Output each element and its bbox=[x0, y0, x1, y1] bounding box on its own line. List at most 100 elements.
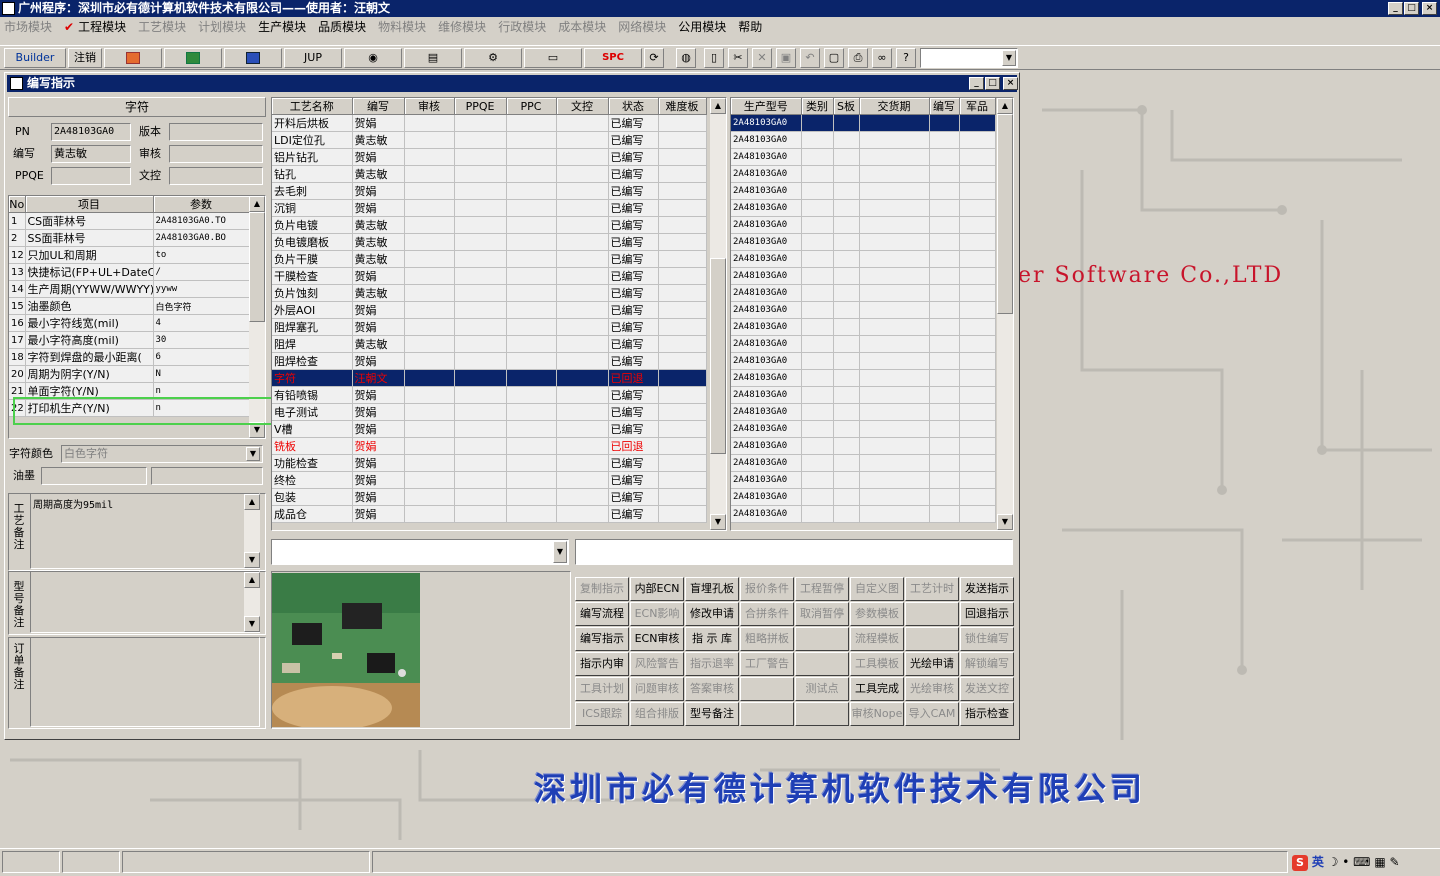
process-row[interactable]: 钻孔 黄志敏 已编写 bbox=[272, 165, 707, 183]
action-button[interactable] bbox=[905, 627, 959, 651]
models-column-header[interactable]: S板 bbox=[833, 98, 860, 115]
action-button[interactable]: 锁住编写 bbox=[960, 627, 1014, 651]
process-column-header[interactable]: 难度板 bbox=[658, 98, 707, 115]
scroll-down-icon[interactable]: ▼ bbox=[244, 616, 260, 632]
process-column-header[interactable]: 文控 bbox=[556, 98, 609, 115]
params-row[interactable]: 14 生产周期(YYWW/WWYY) yyww bbox=[9, 280, 250, 298]
process-row[interactable]: 负电镀磨板 黄志敏 已编写 bbox=[272, 233, 707, 251]
action-button[interactable]: 回退指示 bbox=[960, 602, 1014, 626]
model-row[interactable]: 2A48103GA0 bbox=[731, 148, 996, 166]
action-button[interactable]: 合拼条件 bbox=[740, 602, 794, 626]
action-button[interactable]: 导入CAM bbox=[905, 702, 959, 726]
action-button[interactable]: 参数模板 bbox=[850, 602, 904, 626]
menu-item-7[interactable]: 维修模块 bbox=[434, 17, 492, 37]
models-column-header[interactable]: 军品 bbox=[959, 98, 996, 115]
process-note-scrollbar[interactable]: ▲ ▼ bbox=[244, 494, 260, 568]
ppqe-field[interactable] bbox=[51, 167, 131, 185]
globe-button[interactable]: ◍ bbox=[676, 48, 696, 68]
action-button[interactable]: 编写流程 bbox=[575, 602, 629, 626]
process-row[interactable]: LDI定位孔 黄志敏 已编写 bbox=[272, 131, 707, 149]
action-button[interactable] bbox=[905, 602, 959, 626]
action-button[interactable]: 型号备注 bbox=[685, 702, 739, 726]
action-button[interactable]: 风险警告 bbox=[630, 652, 684, 676]
powerpoint-button[interactable] bbox=[104, 48, 162, 68]
action-button[interactable] bbox=[795, 627, 849, 651]
model-row[interactable]: 2A48103GA0 bbox=[731, 131, 996, 149]
params-row[interactable]: 16 最小字符线宽(mil) 4 bbox=[9, 314, 250, 332]
scroll-down-icon[interactable]: ▼ bbox=[710, 514, 726, 530]
menu-item-11[interactable]: 公用模块 bbox=[674, 17, 732, 37]
process-row[interactable]: 功能检查 贺娟 已编写 bbox=[272, 454, 707, 472]
action-button[interactable]: 工具完成 bbox=[850, 677, 904, 701]
process-column-header[interactable]: 编写 bbox=[352, 98, 405, 115]
process-note-field[interactable]: 周期高度为95mil bbox=[30, 493, 260, 569]
child-close-button[interactable]: × bbox=[1003, 77, 1018, 90]
action-button[interactable]: 答案审核 bbox=[685, 677, 739, 701]
action-button[interactable]: 工具模板 bbox=[850, 652, 904, 676]
action-button[interactable]: ICS跟踪 bbox=[575, 702, 629, 726]
action-button[interactable] bbox=[795, 652, 849, 676]
process-column-header[interactable]: 审核 bbox=[404, 98, 455, 115]
chevron-down-icon[interactable]: ▼ bbox=[1002, 50, 1016, 66]
menu-item-8[interactable]: 行政模块 bbox=[494, 17, 552, 37]
process-row[interactable]: 阻焊塞孔 贺娟 已编写 bbox=[272, 318, 707, 336]
menu-item-9[interactable]: 成本模块 bbox=[554, 17, 612, 37]
chevron-down-icon[interactable]: ▼ bbox=[553, 541, 567, 563]
model-row[interactable]: 2A48103GA0 bbox=[731, 386, 996, 404]
action-button[interactable]: 流程模板 bbox=[850, 627, 904, 651]
spc-button[interactable]: SPC bbox=[584, 48, 642, 68]
version-field[interactable] bbox=[169, 123, 263, 141]
process-row[interactable]: 外层AOI 贺娟 已编写 bbox=[272, 301, 707, 319]
menu-item-12[interactable]: 帮助 bbox=[734, 17, 768, 37]
new-button[interactable]: ▯ bbox=[704, 48, 724, 68]
params-column-header[interactable]: No bbox=[9, 196, 26, 213]
process-row[interactable]: 阻焊 黄志敏 已编写 bbox=[272, 335, 707, 353]
refresh-button[interactable]: ⟳ bbox=[644, 48, 664, 68]
params-row[interactable]: 2 SS面菲林号 2A48103GA0.BO bbox=[9, 229, 250, 247]
chevron-down-icon[interactable]: ▼ bbox=[246, 447, 260, 461]
action-button[interactable]: 盲埋孔板 bbox=[685, 577, 739, 601]
action-button[interactable]: 光绘申请 bbox=[905, 652, 959, 676]
action-button[interactable] bbox=[740, 677, 794, 701]
model-input[interactable] bbox=[575, 539, 1013, 565]
word-button[interactable] bbox=[224, 48, 282, 68]
model-row[interactable]: 2A48103GA0 bbox=[731, 318, 996, 336]
action-button[interactable]: 修改申请 bbox=[685, 602, 739, 626]
models-column-header[interactable]: 编写 bbox=[929, 98, 960, 115]
action-button[interactable] bbox=[795, 702, 849, 726]
process-row[interactable]: 铝片钻孔 贺娟 已编写 bbox=[272, 148, 707, 166]
keyboard-icon[interactable]: ⌨ bbox=[1353, 855, 1370, 869]
ink-field-2[interactable] bbox=[151, 467, 263, 485]
action-button[interactable]: 工厂警告 bbox=[740, 652, 794, 676]
pn-field[interactable]: 2A48103GA0 bbox=[51, 123, 131, 141]
action-button[interactable]: 组合排版 bbox=[630, 702, 684, 726]
ime-mode[interactable]: 英 bbox=[1312, 855, 1324, 869]
action-button[interactable]: ECN审核 bbox=[630, 627, 684, 651]
save-button[interactable]: ▣ bbox=[776, 48, 796, 68]
wrench-icon[interactable]: ✎ bbox=[1390, 855, 1400, 869]
menu-item-1[interactable]: ✔ 工程模块 bbox=[60, 17, 132, 37]
process-row[interactable]: 字符 汪朝文 已回退 bbox=[272, 369, 707, 387]
model-note-scrollbar[interactable]: ▲ ▼ bbox=[244, 572, 260, 632]
process-combo[interactable]: ▼ bbox=[271, 539, 569, 565]
process-row[interactable]: 开料后烘板 贺娟 已编写 bbox=[272, 114, 707, 132]
model-row[interactable]: 2A48103GA0 bbox=[731, 114, 996, 132]
model-row[interactable]: 2A48103GA0 bbox=[731, 437, 996, 455]
action-button[interactable]: 报价条件 bbox=[740, 577, 794, 601]
preview-button[interactable]: ▢ bbox=[824, 48, 844, 68]
model-row[interactable]: 2A48103GA0 bbox=[731, 352, 996, 370]
process-row[interactable]: 阻焊检查 贺娟 已编写 bbox=[272, 352, 707, 370]
action-button[interactable]: 问题审核 bbox=[630, 677, 684, 701]
process-scrollbar[interactable]: ▲ ▼ bbox=[710, 98, 726, 530]
help-button[interactable]: ? bbox=[896, 48, 916, 68]
process-row[interactable]: 负片蚀刻 黄志敏 已编写 bbox=[272, 284, 707, 302]
action-button[interactable]: 内部ECN bbox=[630, 577, 684, 601]
action-button[interactable]: 解锁编写 bbox=[960, 652, 1014, 676]
models-scrollbar[interactable]: ▲ ▼ bbox=[997, 98, 1013, 530]
process-row[interactable]: 成品仓 贺娟 已编写 bbox=[272, 505, 707, 523]
scroll-down-icon[interactable]: ▼ bbox=[244, 552, 260, 568]
print-button[interactable]: ⎙ bbox=[848, 48, 868, 68]
model-row[interactable]: 2A48103GA0 bbox=[731, 250, 996, 268]
scroll-up-icon[interactable]: ▲ bbox=[710, 98, 726, 114]
action-button[interactable]: 指 示 库 bbox=[685, 627, 739, 651]
